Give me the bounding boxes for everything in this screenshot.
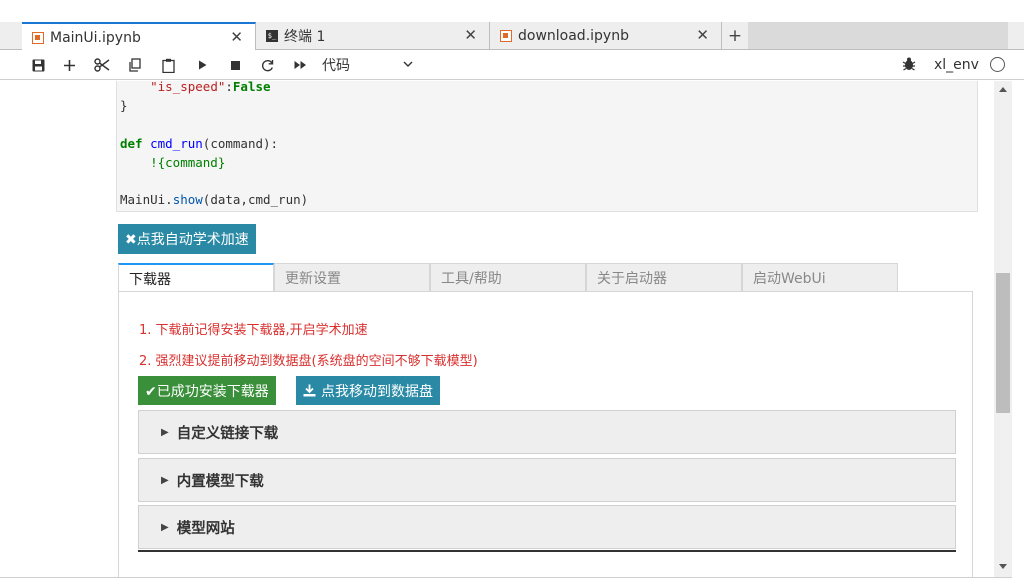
- scroll-up-icon[interactable]: [999, 87, 1007, 92]
- restart-icon: [261, 59, 273, 71]
- run-button[interactable]: [195, 55, 209, 75]
- tab-label: MainUi.ipynb: [50, 29, 141, 46]
- accordion-title: 自定义链接下载: [176, 425, 279, 442]
- accordion-builtin-model-download[interactable]: ▶ 内置模型下载: [138, 458, 956, 502]
- fast-forward-icon: [294, 61, 306, 69]
- bug-icon[interactable]: [902, 56, 916, 72]
- accordion-custom-link-download[interactable]: ▶ 自定义链接下载: [138, 410, 956, 454]
- copy-icon: [128, 58, 141, 72]
- plus-icon: [63, 59, 75, 71]
- caret-right-icon: ▶: [161, 426, 169, 438]
- cell-type-select[interactable]: 代码: [322, 56, 414, 74]
- interrupt-button[interactable]: [228, 55, 242, 75]
- scissors-icon: [94, 58, 110, 72]
- close-icon[interactable]: ✕: [696, 26, 709, 44]
- speed-up-button[interactable]: ✖点我自动学术加速: [118, 224, 256, 254]
- tab-bar-empty-area: [748, 22, 1008, 49]
- stop-icon: [230, 60, 240, 70]
- copy-button[interactable]: [126, 55, 142, 75]
- close-icon[interactable]: ✕: [230, 28, 243, 46]
- bottom-divider: [0, 577, 1012, 578]
- tab-downloader[interactable]: 下载器: [118, 263, 274, 293]
- close-icon[interactable]: ✕: [464, 26, 477, 44]
- code-line: def cmd_run(command):: [120, 136, 279, 151]
- kernel-name[interactable]: xl_env: [934, 57, 979, 73]
- kernel-status-icon: [990, 57, 1005, 72]
- tab-label: 终端 1: [284, 29, 326, 45]
- tab-tools-help[interactable]: 工具/帮助: [430, 263, 586, 292]
- restart-run-all-button[interactable]: [292, 55, 308, 75]
- downloader-panel: 1. 下载前记得安装下载器,开启学术加速 2. 强烈建议提前移动到数据盘(系统盘…: [118, 291, 973, 577]
- move-to-data-disk-button[interactable]: 点我移动到数据盘: [296, 376, 440, 405]
- clipboard-icon: [161, 58, 175, 73]
- paste-button[interactable]: [160, 55, 176, 75]
- code-line: !{command}: [120, 155, 226, 170]
- code-cell[interactable]: "is_speed":False } def cmd_run(command):…: [116, 81, 978, 212]
- tab-bar: MainUi.ipynb ✕ $_ 终端 1 ✕ download.ipynb …: [0, 22, 1024, 51]
- tab-label: download.ipynb: [518, 28, 629, 44]
- save-icon: [32, 59, 44, 71]
- scroll-thumb[interactable]: [996, 273, 1010, 413]
- divider: [138, 550, 956, 552]
- cut-button[interactable]: [93, 55, 111, 75]
- notebook-content: "is_speed":False } def cmd_run(command):…: [0, 81, 994, 577]
- play-icon: [198, 60, 206, 70]
- code-line: "is_speed":False: [150, 81, 271, 94]
- caret-right-icon: ▶: [161, 474, 169, 486]
- new-tab-button[interactable]: +: [722, 22, 748, 50]
- tab-download[interactable]: download.ipynb ✕: [490, 22, 722, 50]
- notebook-toolbar: 代码 xl_env: [0, 50, 1024, 80]
- tab-terminal[interactable]: $_ 终端 1 ✕: [256, 22, 490, 50]
- code-line: MainUi.show(data,cmd_run): [120, 192, 309, 207]
- accordion-model-websites[interactable]: ▶ 模型网站: [138, 505, 956, 549]
- tab-launch-webui[interactable]: 启动WebUi: [742, 263, 898, 292]
- tab-update-settings[interactable]: 更新设置: [274, 263, 430, 292]
- accordion-title: 模型网站: [176, 520, 235, 537]
- caret-right-icon: ▶: [161, 521, 169, 533]
- code-line: }: [120, 98, 128, 113]
- cell-type-value: 代码: [322, 58, 350, 74]
- chevron-down-icon: [403, 61, 413, 67]
- note-install-downloader: 1. 下载前记得安装下载器,开启学术加速: [139, 323, 368, 338]
- save-button[interactable]: [30, 55, 46, 75]
- accordion-title: 内置模型下载: [176, 473, 264, 490]
- restart-button[interactable]: [259, 55, 275, 75]
- notebook-icon: [500, 30, 512, 42]
- insert-cell-button[interactable]: [61, 55, 77, 75]
- widget-tabs: 下载器 更新设置 工具/帮助 关于启动器 启动WebUi: [118, 263, 898, 293]
- download-icon: [303, 384, 316, 397]
- installed-downloader-button[interactable]: ✔已成功安装下载器: [138, 376, 276, 405]
- move-button-label: 点我移动到数据盘: [321, 383, 433, 400]
- scroll-down-icon[interactable]: [999, 564, 1007, 569]
- notebook-icon: [32, 31, 44, 44]
- note-move-to-data-disk: 2. 强烈建议提前移动到数据盘(系统盘的空间不够下载模型): [139, 354, 478, 369]
- tab-mainui[interactable]: MainUi.ipynb ✕: [22, 22, 256, 51]
- tab-about-launcher[interactable]: 关于启动器: [586, 263, 742, 292]
- terminal-icon: $_: [266, 30, 278, 42]
- vertical-scrollbar[interactable]: [994, 81, 1012, 577]
